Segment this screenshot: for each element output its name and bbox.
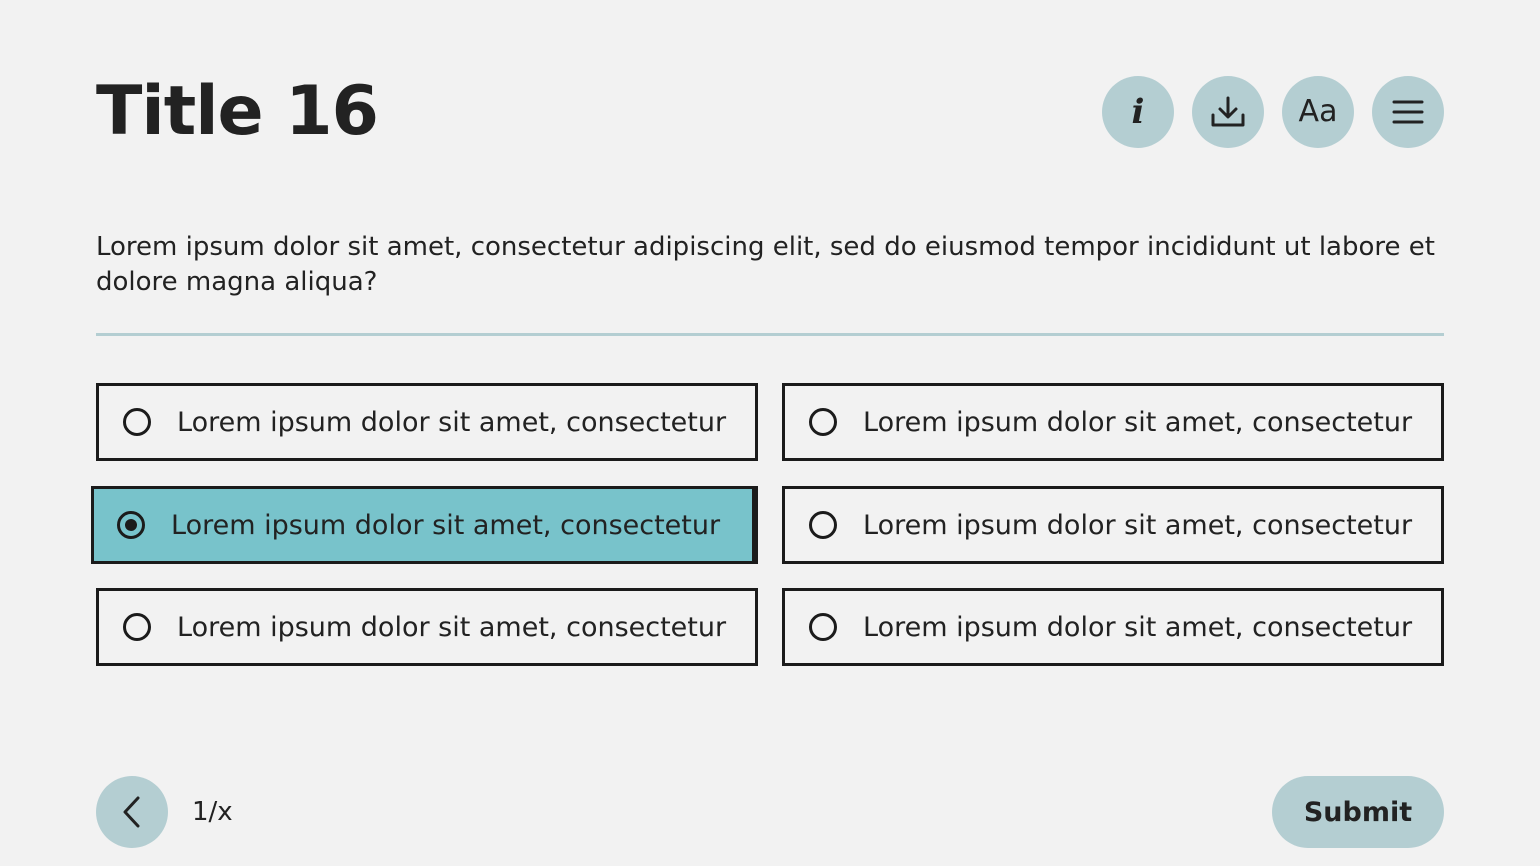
radio-button[interactable] <box>123 613 151 641</box>
radio-button[interactable] <box>809 408 837 436</box>
divider <box>96 333 1444 336</box>
answer-option-2[interactable]: Lorem ipsum dolor sit amet, consectetur <box>782 383 1444 461</box>
menu-button[interactable] <box>1372 76 1444 148</box>
radio-button-selected[interactable] <box>117 511 145 539</box>
answer-option-5[interactable]: Lorem ipsum dolor sit amet, consectetur <box>96 588 758 666</box>
answer-label: Lorem ipsum dolor sit amet, consectetur <box>177 406 727 438</box>
menu-icon <box>1392 100 1424 124</box>
radio-dot <box>125 519 137 531</box>
header-toolbar: i Aa <box>1102 76 1444 148</box>
back-button[interactable] <box>96 776 168 848</box>
radio-button[interactable] <box>123 408 151 436</box>
download-button[interactable] <box>1192 76 1264 148</box>
answer-option-1[interactable]: Lorem ipsum dolor sit amet, consectetur <box>96 383 758 461</box>
page-title: Title 16 <box>96 72 379 151</box>
info-button[interactable]: i <box>1102 76 1174 148</box>
answer-option-3[interactable]: Lorem ipsum dolor sit amet, consectetur <box>91 486 758 564</box>
page-indicator: 1/x <box>192 797 233 827</box>
answer-option-6[interactable]: Lorem ipsum dolor sit amet, consectetur <box>782 588 1444 666</box>
font-size-icon: Aa <box>1298 94 1338 129</box>
info-icon: i <box>1131 92 1145 132</box>
answer-label: Lorem ipsum dolor sit amet, consectetur <box>863 509 1413 541</box>
answer-label: Lorem ipsum dolor sit amet, consectetur <box>863 406 1413 438</box>
answer-label: Lorem ipsum dolor sit amet, consectetur <box>171 509 721 541</box>
chevron-left-icon <box>123 796 140 828</box>
answer-label: Lorem ipsum dolor sit amet, consectetur <box>863 611 1413 643</box>
submit-button[interactable]: Submit <box>1272 776 1444 848</box>
answer-option-4[interactable]: Lorem ipsum dolor sit amet, consectetur <box>782 486 1444 564</box>
radio-button[interactable] <box>809 511 837 539</box>
question-text: Lorem ipsum dolor sit amet, consectetur … <box>96 232 1435 297</box>
download-icon <box>1211 96 1245 127</box>
font-size-button[interactable]: Aa <box>1282 76 1354 148</box>
radio-button[interactable] <box>809 613 837 641</box>
answer-label: Lorem ipsum dolor sit amet, consectetur <box>177 611 727 643</box>
